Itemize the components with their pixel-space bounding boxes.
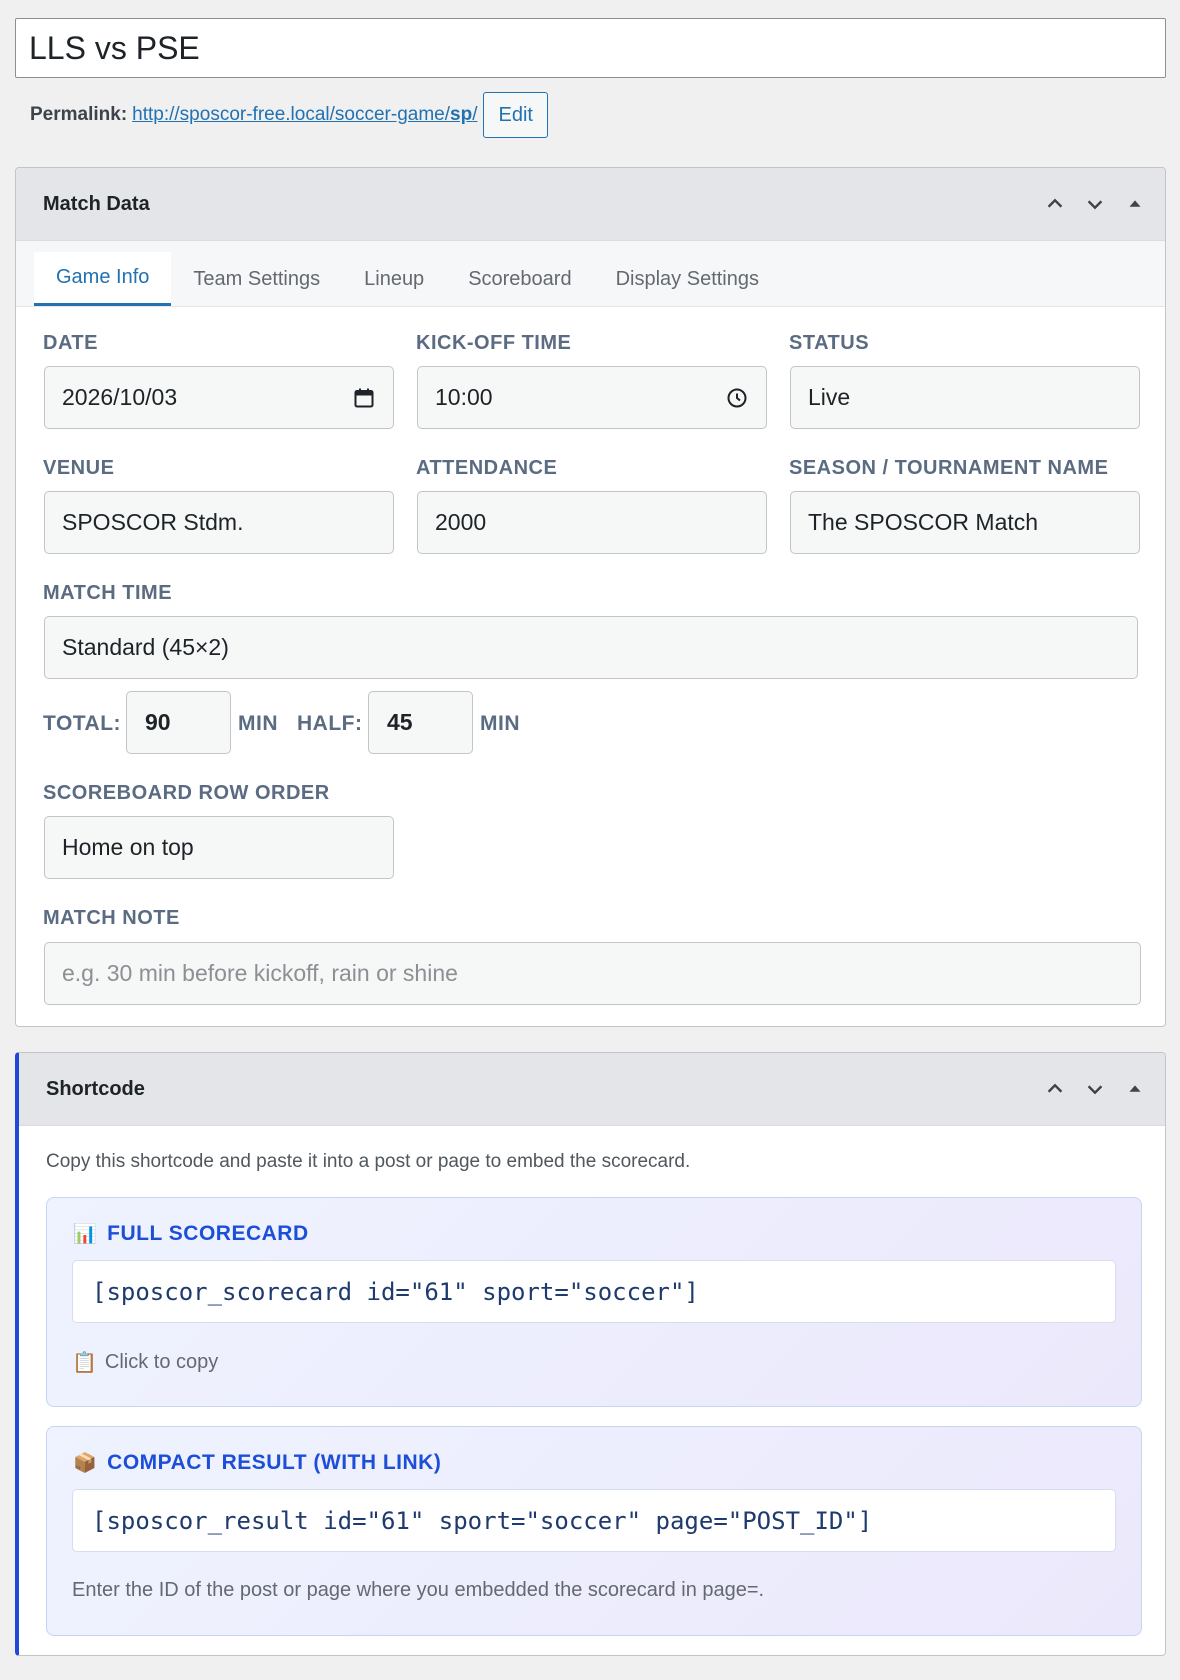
row-order-select[interactable]: Home on top <box>44 816 394 879</box>
match-time-value: Standard (45×2) <box>62 634 229 660</box>
calendar-icon[interactable] <box>352 386 376 410</box>
total-min-unit: MIN <box>238 712 278 735</box>
attendance-field[interactable]: 2000 <box>417 491 767 554</box>
bar-chart-icon: 📊 <box>73 1224 98 1245</box>
permalink-url-suffix: / <box>472 104 478 125</box>
match-data-title: Match Data <box>43 192 150 215</box>
shortcode-handle-actions <box>1037 1069 1153 1109</box>
season-label: SEASON / TOURNAMENT NAME <box>789 457 1109 479</box>
package-icon: 📦 <box>73 1453 98 1474</box>
row-order-label: SCOREBOARD ROW ORDER <box>43 782 330 804</box>
shortcode-header: Shortcode <box>19 1053 1165 1126</box>
full-scorecard-code[interactable]: [sposcor_scorecard id="61" sport="soccer… <box>72 1260 1116 1323</box>
match-time-label: MATCH TIME <box>43 582 173 604</box>
attendance-value: 2000 <box>435 509 487 535</box>
tab-display-settings[interactable]: Display Settings <box>594 252 781 306</box>
status-value: Live <box>808 384 851 410</box>
half-min-unit: MIN <box>480 712 520 735</box>
venue-value: SPOSCOR Stdm. <box>62 509 244 535</box>
full-scorecard-heading: 📊 FULL SCORECARD <box>73 1222 309 1246</box>
tab-game-info[interactable]: Game Info <box>34 252 172 306</box>
half-minutes-input[interactable]: 45 <box>368 691 473 754</box>
season-value: The SPOSCOR Match <box>808 509 1039 535</box>
copy-hint[interactable]: 📋 Click to copy <box>72 1350 218 1375</box>
match-note-input[interactable]: e.g. 30 min before kickoff, rain or shin… <box>44 942 1141 1005</box>
date-field[interactable]: 2026/10/03 <box>44 366 394 429</box>
total-label: TOTAL: <box>43 712 122 735</box>
tab-lineup[interactable]: Lineup <box>342 252 446 306</box>
shortcode-intro: Copy this shortcode and paste it into a … <box>46 1151 691 1172</box>
match-data-header: Match Data <box>16 168 1165 241</box>
match-note-placeholder: e.g. 30 min before kickoff, rain or shin… <box>62 960 458 986</box>
shortcode-box: Shortcode Copy this shortcode and paste … <box>15 1052 1166 1656</box>
compact-result-note: Enter the ID of the post or page where y… <box>72 1579 765 1601</box>
date-label: DATE <box>43 332 98 354</box>
clock-icon[interactable] <box>725 386 749 410</box>
match-time-select[interactable]: Standard (45×2) <box>44 616 1138 679</box>
move-up-icon[interactable] <box>1037 184 1073 224</box>
attendance-label: ATTENDANCE <box>416 457 558 479</box>
date-value: 2026/10/03 <box>62 384 178 410</box>
kickoff-value: 10:00 <box>435 384 493 410</box>
match-note-label: MATCH NOTE <box>43 907 180 929</box>
half-label: HALF: <box>297 712 363 735</box>
compact-result-card: 📦 COMPACT RESULT (WITH LINK) [sposcor_re… <box>46 1426 1142 1636</box>
compact-result-heading: 📦 COMPACT RESULT (WITH LINK) <box>73 1451 441 1475</box>
tab-scoreboard[interactable]: Scoreboard <box>446 252 593 306</box>
kickoff-time-field[interactable]: 10:00 <box>417 366 767 429</box>
permalink-url-slug: sp <box>450 104 473 125</box>
post-title-input[interactable]: LLS vs PSE <box>15 18 1166 78</box>
kickoff-label: KICK-OFF TIME <box>416 332 572 354</box>
move-down-icon[interactable] <box>1077 1069 1113 1109</box>
permalink-link[interactable]: http://sposcor-free.local/soccer-game/sp… <box>132 104 477 126</box>
match-data-tabs: Game Info Team Settings Lineup Scoreboar… <box>16 241 1165 307</box>
permalink-label: Permalink: <box>30 104 128 125</box>
shortcode-title: Shortcode <box>46 1077 145 1100</box>
status-select[interactable]: Live <box>790 366 1140 429</box>
permalink-url-prefix: http://sposcor-free.local/soccer-game/ <box>132 104 451 125</box>
season-field[interactable]: The SPOSCOR Match <box>790 491 1140 554</box>
clipboard-icon: 📋 <box>72 1352 97 1374</box>
venue-field[interactable]: SPOSCOR Stdm. <box>44 491 394 554</box>
collapse-toggle-icon[interactable] <box>1117 184 1153 224</box>
permalink-row: Permalink: http://sposcor-free.local/soc… <box>30 92 548 138</box>
copy-hint-label: Click to copy <box>104 1351 219 1373</box>
venue-label: VENUE <box>43 457 115 479</box>
move-down-icon[interactable] <box>1077 184 1113 224</box>
move-up-icon[interactable] <box>1037 1069 1073 1109</box>
collapse-toggle-icon[interactable] <box>1117 1069 1153 1109</box>
row-order-value: Home on top <box>62 834 194 860</box>
compact-result-code[interactable]: [sposcor_result id="61" sport="soccer" p… <box>72 1489 1116 1552</box>
total-minutes-input[interactable]: 90 <box>126 691 231 754</box>
tab-team-settings[interactable]: Team Settings <box>171 252 342 306</box>
match-data-handle-actions <box>1037 184 1153 224</box>
permalink-edit-button[interactable]: Edit <box>483 92 548 138</box>
match-data-box: Match Data Game Info Team Settings Lineu… <box>15 167 1166 1027</box>
full-scorecard-card: 📊 FULL SCORECARD [sposcor_scorecard id="… <box>46 1197 1142 1407</box>
full-scorecard-title: FULL SCORECARD <box>107 1222 309 1245</box>
compact-result-title: COMPACT RESULT (WITH LINK) <box>107 1451 442 1474</box>
status-label: STATUS <box>789 332 870 354</box>
